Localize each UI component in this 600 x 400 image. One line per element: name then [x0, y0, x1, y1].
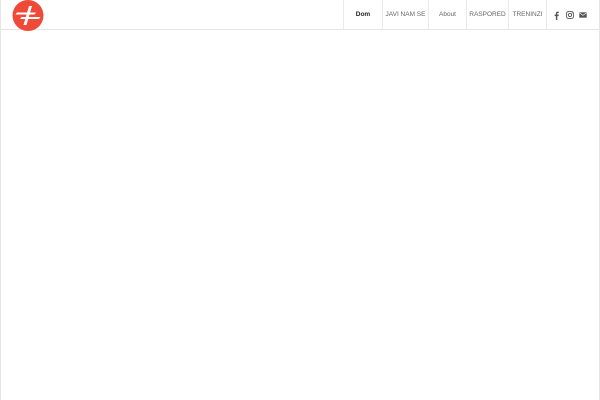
instagram-icon	[565, 11, 574, 19]
page: Dom JAVI NAM SE About RASPORED TRENINZI	[0, 0, 600, 400]
nav-item-about[interactable]: About	[428, 0, 466, 29]
nav-item-dom[interactable]: Dom	[343, 0, 382, 29]
site-header: Dom JAVI NAM SE About RASPORED TRENINZI	[1, 0, 599, 31]
logo-icon	[12, 0, 44, 31]
mail-link[interactable]	[576, 8, 589, 22]
social-links	[550, 8, 589, 22]
main-nav: Dom JAVI NAM SE About RASPORED TRENINZI	[343, 0, 547, 29]
facebook-icon	[554, 11, 559, 20]
instagram-link[interactable]	[563, 8, 576, 22]
mail-icon	[578, 12, 587, 18]
site-logo[interactable]	[12, 0, 44, 31]
nav-item-javi-nam-se[interactable]: JAVI NAM SE	[382, 0, 428, 29]
facebook-link[interactable]	[550, 8, 563, 22]
nav-item-treninzi[interactable]: TRENINZI	[508, 0, 547, 29]
nav-item-raspored[interactable]: RASPORED	[466, 0, 508, 29]
